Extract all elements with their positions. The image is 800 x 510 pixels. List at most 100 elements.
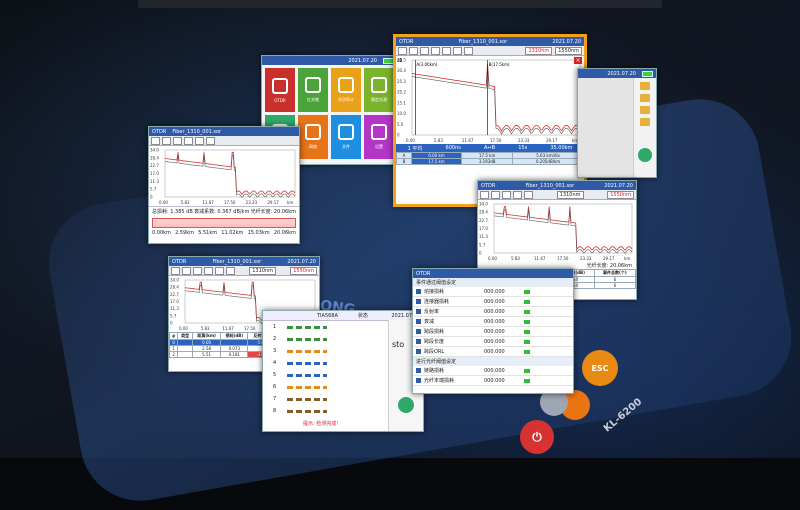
event-distance[interactable]: 15.03km (248, 230, 270, 236)
y-tick: 34.0 (479, 202, 488, 207)
marker-icon[interactable] (420, 46, 429, 55)
main-date: 2021.07.20 (552, 38, 581, 45)
save-icon[interactable] (524, 190, 533, 199)
marker-icon[interactable] (173, 136, 182, 145)
threshold-row[interactable]: 衰减 000.000 (413, 317, 573, 327)
wavelength-1310-tab[interactable]: 1310nm (525, 46, 553, 55)
scan-icon[interactable] (640, 106, 650, 114)
right-mid-trace-plot[interactable]: 34.0 28.4 22.7 17.0 11.3 5.7 0 0.00 5.83 11.67 17.… (478, 200, 636, 262)
zoom-icon[interactable] (162, 136, 171, 145)
trace-tool-icon[interactable] (398, 46, 407, 55)
threshold-value: 000.000 (484, 338, 505, 345)
menu-tile[interactable]: 网络 (298, 115, 328, 159)
menu-date: 2021.07.20 (348, 57, 377, 64)
table-row[interactable]: B 17.5 km 3.193dB 0.205dB/km (396, 158, 584, 165)
compare-icon[interactable] (453, 46, 462, 55)
y-tick: 22.7 (150, 163, 159, 168)
event-distance[interactable]: 5.51km (198, 230, 217, 236)
nav-pad-icon[interactable] (398, 397, 414, 413)
enable-toggle[interactable] (524, 329, 530, 334)
wavelength-1310-tab[interactable]: 1310nm (556, 190, 584, 199)
analysis-icon[interactable] (464, 46, 473, 55)
enable-toggle[interactable] (524, 299, 530, 304)
bottom-mid-wire-rows: 1 2 3 4 5 6 7 8 (263, 321, 387, 417)
menu-tile[interactable]: OTDR (265, 68, 295, 112)
threshold-row[interactable]: 反射率 000.000 (413, 307, 573, 317)
battery-icon (642, 70, 653, 77)
x-tick: 0.00 (159, 200, 168, 205)
threshold-row[interactable]: 链路损耗 000.000 (413, 366, 573, 376)
table-cell: B (396, 158, 412, 165)
trace-tool-icon[interactable] (151, 136, 160, 145)
menu-tile[interactable]: 设置 (364, 115, 394, 159)
zoom-icon[interactable] (182, 266, 191, 275)
wavelength-1310-tab[interactable]: 1310nm (249, 266, 276, 275)
threshold-row[interactable]: 连接器损耗 000.000 (413, 297, 573, 307)
wire-number: 8 (273, 408, 277, 414)
compare-icon[interactable] (206, 136, 215, 145)
save-icon[interactable] (442, 46, 451, 55)
open-icon[interactable] (640, 94, 650, 102)
marker-icon[interactable] (502, 190, 511, 199)
enable-toggle[interactable] (524, 349, 530, 354)
right-top-title-bar: 2021.07.20 (578, 69, 656, 78)
wavelength-1550-tab[interactable]: 1550nm (290, 266, 317, 275)
enable-toggle[interactable] (524, 378, 530, 383)
esc-key[interactable]: ESC (582, 350, 618, 386)
menu-tile[interactable]: 光功率计 (331, 68, 361, 112)
left-event-bar[interactable] (152, 218, 296, 228)
power-key[interactable]: ⏻ (520, 420, 554, 454)
x-tick: 11.67 (202, 200, 214, 205)
threshold-row[interactable]: 光纤末端损耗 000.000 (413, 376, 573, 386)
trace-tool-icon[interactable] (171, 266, 180, 275)
zoom-icon[interactable] (491, 190, 500, 199)
event-icon[interactable] (431, 46, 440, 55)
share-icon[interactable] (640, 118, 650, 126)
trace-tool-icon[interactable] (480, 190, 489, 199)
marker-icon[interactable] (193, 266, 202, 275)
enable-toggle[interactable] (524, 319, 530, 324)
menu-tile[interactable]: 稳定光源 (364, 68, 394, 112)
wavelength-1550-tab[interactable]: 1550nm (607, 190, 634, 199)
menu-tile[interactable]: 文件 (331, 115, 361, 159)
bottom-left-title-bar: OTDR Fiber_1310_001.sor 2021.07.20 (169, 257, 319, 266)
event-distance[interactable]: 0.00km (152, 230, 171, 236)
event-icon[interactable] (513, 190, 522, 199)
enable-toggle[interactable] (524, 339, 530, 344)
save-icon[interactable] (215, 266, 224, 275)
event-distance[interactable]: 2.59km (175, 230, 194, 236)
enable-toggle[interactable] (524, 368, 530, 373)
save-icon[interactable] (640, 82, 650, 90)
y-tick: 22.7 (170, 292, 179, 297)
save-icon[interactable] (195, 136, 204, 145)
table-header: # (169, 332, 179, 340)
event-icon[interactable] (184, 136, 193, 145)
table-cell: 2 (169, 351, 179, 358)
wire-row: 1 (263, 321, 387, 333)
threshold-row[interactable]: 跨段ORL 000.000 (413, 347, 573, 357)
wire-row: 8 (263, 405, 387, 417)
enable-toggle[interactable] (524, 309, 530, 314)
x-tick: 29.17 (546, 138, 558, 143)
y-tick: 28.4 (479, 210, 488, 215)
event-distance[interactable]: 11.02km (221, 230, 243, 236)
event-icon[interactable] (204, 266, 213, 275)
enable-toggle[interactable] (524, 289, 530, 294)
wavelength-1550-tab[interactable]: 1550nm (555, 46, 582, 55)
summary-item: 衰减系数: 0.367 dB/km (194, 209, 250, 215)
main-trace-plot[interactable]: 35.530.425.320.215.110.05.000.00 5.83 11.6… (396, 56, 584, 144)
left-trace-plot[interactable]: 34.0 28.4 22.7 17.0 11.3 5.7 0 0.00 5.83 11.67 17.… (149, 146, 299, 206)
marker-label: B(17.5km) (489, 62, 510, 67)
threshold-row[interactable]: 熔接损耗 000.000 (413, 287, 573, 297)
bottom-right-items: 熔接损耗 000.000 连接器损耗 000.000 反射率 000.000 衰减 000.0… (413, 287, 573, 357)
compare-icon[interactable] (226, 266, 235, 275)
event-distance[interactable]: 20.06km (274, 230, 296, 236)
nav-pad-icon[interactable] (638, 148, 652, 162)
wire-row: 3 (263, 345, 387, 357)
threshold-row[interactable]: 跨段损耗 000.000 (413, 327, 573, 337)
zoom-icon[interactable] (409, 46, 418, 55)
menu-tile-label: 光功率计 (338, 97, 354, 102)
close-icon[interactable]: × (574, 57, 582, 64)
threshold-row[interactable]: 跨段长度 000.000 (413, 337, 573, 347)
menu-tile[interactable]: 红光笔 (298, 68, 328, 112)
